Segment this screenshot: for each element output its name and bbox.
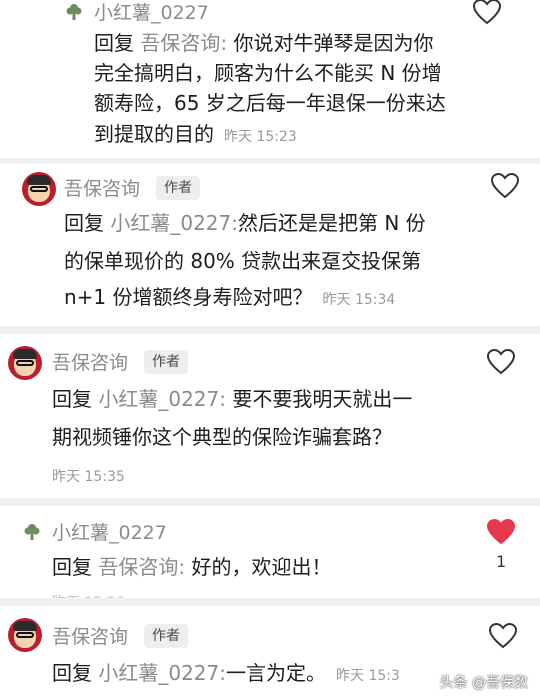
comment-timestamp: 昨天 15:35 bbox=[52, 469, 125, 485]
reply-label: 回复 bbox=[94, 31, 134, 55]
author-badge: 作者 bbox=[156, 176, 200, 200]
reply-label: 回复 bbox=[64, 211, 104, 235]
comment-card: 吾保咨询 作者 回复 小红薯_0227:然后还是是把第 N 份 的保单现价的 8… bbox=[0, 164, 540, 326]
like-heart-icon[interactable] bbox=[472, 0, 502, 26]
comment-author[interactable]: 吾保咨询 bbox=[52, 348, 128, 375]
divider bbox=[0, 498, 540, 506]
author-badge: 作者 bbox=[144, 624, 188, 648]
like-heart-icon[interactable] bbox=[490, 172, 520, 200]
comment-last-line: 到提取的目的 昨天 15:23 bbox=[94, 117, 297, 154]
comment-line: 好的，欢迎出！ bbox=[191, 555, 332, 579]
avatar[interactable] bbox=[22, 172, 56, 206]
liked-heart-icon[interactable] bbox=[486, 518, 516, 546]
comment-body: 回复 小红薯_0227:然后还是是把第 N 份 bbox=[64, 206, 426, 240]
plant-icon bbox=[24, 524, 40, 540]
reply-mention[interactable]: 小红薯_0227: bbox=[110, 211, 238, 235]
comment-body: 回复 小红薯_0227:一言为定。 昨天 15:3 bbox=[52, 656, 400, 693]
divider bbox=[0, 598, 540, 606]
reply-label: 回复 bbox=[52, 661, 92, 685]
reply-label: 回复 bbox=[52, 387, 92, 411]
divider bbox=[0, 326, 540, 334]
like-heart-icon[interactable] bbox=[488, 622, 518, 650]
comment-author[interactable]: 小红薯_0227 bbox=[52, 518, 167, 545]
reply-mention[interactable]: 吾保咨询: bbox=[140, 31, 227, 55]
avatar[interactable] bbox=[8, 618, 42, 652]
reply-mention[interactable]: 小红薯_0227: bbox=[98, 661, 226, 685]
watermark: 头条 @吾保数 bbox=[439, 675, 528, 691]
comment-author[interactable]: 吾保咨询 bbox=[52, 622, 128, 649]
comment-body: 回复 吾保咨询: 好的，欢迎出！ bbox=[52, 550, 331, 584]
comment-line: 要不要我明天就出一 bbox=[232, 387, 413, 411]
comment-last-line: n+1 份增额终身寿险对吧？ 昨天 15:34 bbox=[64, 280, 395, 317]
comment-timestamp: 昨天 15:34 bbox=[322, 292, 396, 308]
like-count: 1 bbox=[496, 552, 507, 571]
comment-line: 到提取的目的 bbox=[94, 122, 214, 146]
comment-body: 回复 吾保咨询: 你说对牛弹琴是因为你 bbox=[94, 26, 433, 60]
comment-line: 期视频锤你这个典型的保险诈骗套路？ bbox=[52, 425, 392, 449]
comment-line: 然后还是是把第 N 份 bbox=[238, 211, 426, 235]
plant-icon bbox=[66, 4, 82, 20]
comment-body: 回复 小红薯_0227: 要不要我明天就出一 bbox=[52, 382, 412, 416]
comment-line: n+1 份增额终身寿险对吧？ bbox=[64, 285, 313, 309]
reply-label: 回复 bbox=[52, 555, 92, 579]
like-heart-icon[interactable] bbox=[486, 348, 516, 376]
comment-line: 完全搞明白，顾客为什么不能买 N 份增 bbox=[94, 61, 442, 85]
comment-line: 额寿险，65 岁之后每一年退保一份来达 bbox=[94, 91, 446, 115]
comment-card: 小红薯_0227 1 回复 吾保咨询: 好的，欢迎出！ 昨天 15:36 bbox=[0, 506, 540, 611]
author-badge: 作者 bbox=[144, 350, 188, 374]
reply-mention[interactable]: 吾保咨询: bbox=[98, 555, 185, 579]
comment-card: 小红薯_0227 回复 吾保咨询: 你说对牛弹琴是因为你 完全搞明白，顾客为什么… bbox=[0, 0, 540, 158]
reply-mention[interactable]: 小红薯_0227: bbox=[98, 387, 226, 411]
avatar[interactable] bbox=[8, 346, 42, 380]
comment-timestamp: 昨天 15:3 bbox=[336, 668, 400, 684]
comment-line: 的保单现价的 80% 贷款出来趸交投保第 bbox=[64, 249, 422, 273]
comment-line: 你说对牛弹琴是因为你 bbox=[233, 31, 434, 55]
comment-card: 吾保咨询 作者 回复 小红薯_0227: 要不要我明天就出一 期视频锤你这个典型… bbox=[0, 334, 540, 498]
comment-author[interactable]: 吾保咨询 bbox=[64, 174, 140, 201]
comment-line: 一言为定。 bbox=[226, 661, 326, 685]
comment-timestamp: 昨天 15:23 bbox=[224, 129, 297, 145]
comment-author[interactable]: 小红薯_0227 bbox=[94, 0, 209, 25]
